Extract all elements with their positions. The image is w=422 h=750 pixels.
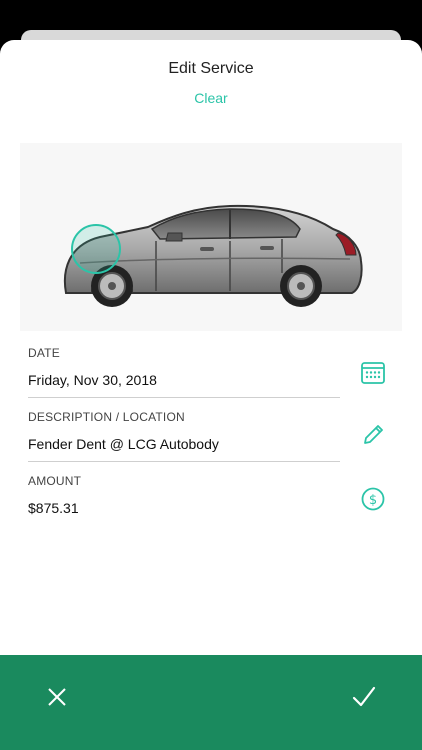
checkmark-icon[interactable] [349,682,379,712]
close-icon[interactable] [42,682,72,712]
date-label: DATE [28,346,60,360]
date-value[interactable]: Friday, Nov 30, 2018 [28,372,340,388]
action-bar [0,655,422,750]
divider [28,461,340,462]
divider [28,397,340,398]
damage-marker[interactable] [71,224,121,274]
amount-value[interactable]: $875.31 [28,500,340,516]
svg-text:$: $ [369,493,377,508]
description-field[interactable]: DESCRIPTION / LOCATION Fender Dent @ LCG… [28,410,340,452]
description-label: DESCRIPTION / LOCATION [28,410,185,424]
clear-button[interactable]: Clear [0,90,422,106]
page-title: Edit Service [168,60,254,77]
edit-service-sheet: Edit Service Clear DATE Friday, Nov 30, … [0,40,422,750]
calendar-icon[interactable] [360,360,386,386]
amount-label: AMOUNT [28,474,82,488]
pencil-icon[interactable] [360,422,386,448]
dollar-icon[interactable]: $ [360,486,386,512]
amount-field[interactable]: AMOUNT $875.31 [28,474,340,516]
car-illustration [63,204,363,307]
car-diagram[interactable] [20,143,402,331]
description-value[interactable]: Fender Dent @ LCG Autobody [28,436,340,452]
date-field[interactable]: DATE Friday, Nov 30, 2018 [28,346,340,388]
